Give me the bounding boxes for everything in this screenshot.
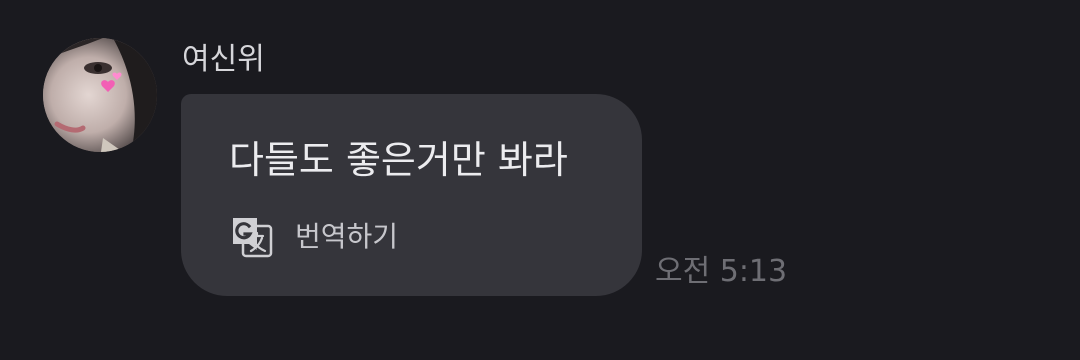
avatar[interactable] — [43, 38, 157, 152]
translate-label: 번역하기 — [295, 220, 399, 253]
sender-name: 여신위 — [182, 42, 265, 77]
chat-message-row: 여신위 다들도 좋은거만 봐라 번역하기 오전 5:13 — [0, 0, 1080, 360]
message-bubble[interactable]: 다들도 좋은거만 봐라 번역하기 — [181, 94, 642, 296]
google-translate-icon — [233, 218, 273, 258]
message-text: 다들도 좋은거만 봐라 — [229, 138, 568, 182]
avatar-photo — [43, 38, 157, 152]
message-timestamp: 오전 5:13 — [655, 254, 788, 289]
translate-button[interactable]: 번역하기 — [229, 214, 398, 260]
